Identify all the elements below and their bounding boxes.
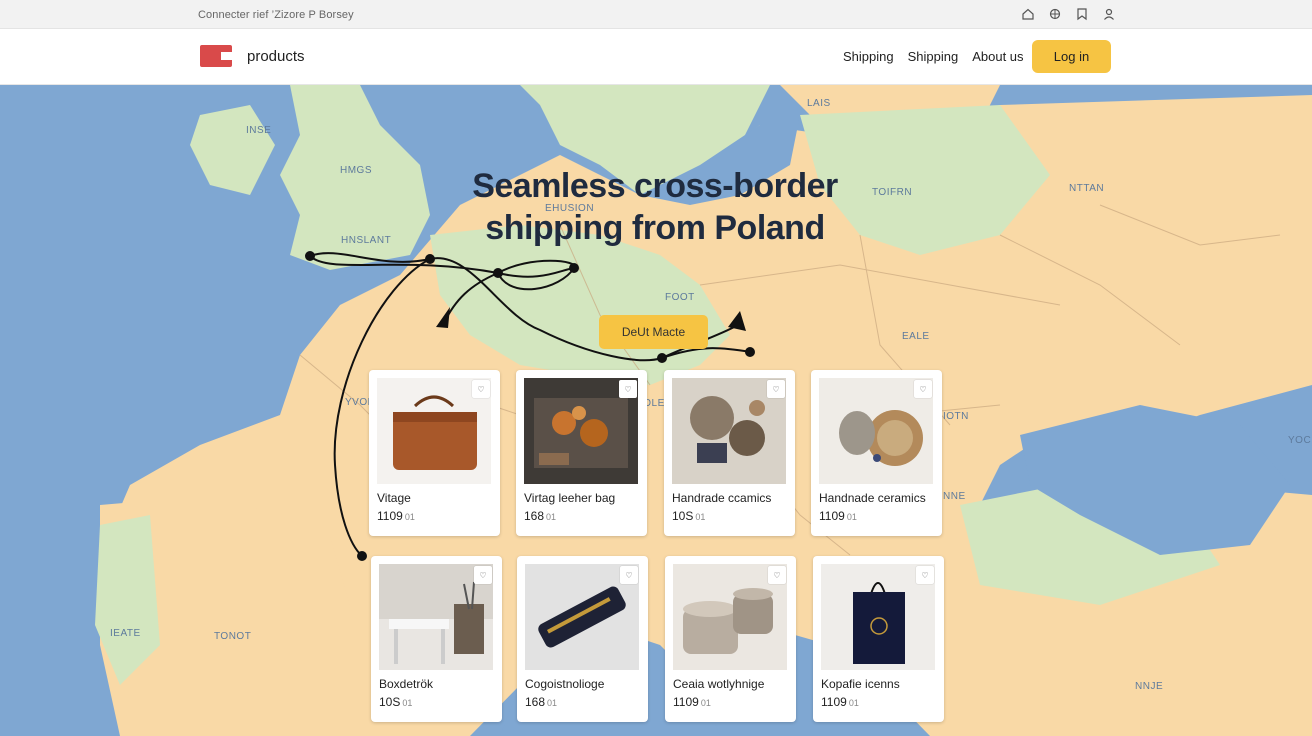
favorite-icon[interactable]: ♡ [474, 566, 492, 584]
product-price: 10S 01 [379, 695, 413, 709]
favorite-icon[interactable]: ♡ [619, 380, 637, 398]
product-card[interactable]: ♡ Cogoistnolioge 168 01 [517, 556, 648, 722]
product-card[interactable]: ♡ Boxdetrök 10S 01 [371, 556, 502, 722]
product-title: Boxdetrök [379, 677, 434, 691]
hero-line-2: shipping from Poland [485, 209, 825, 247]
product-title: Kopafie icenns [821, 677, 900, 691]
home-icon[interactable] [1021, 7, 1035, 21]
product-title: Virtag leeher bag [524, 491, 616, 505]
product-title: Cogoistnolioge [525, 677, 605, 691]
favorite-icon[interactable]: ♡ [914, 380, 932, 398]
user-icon[interactable] [1102, 7, 1116, 21]
product-price: 1109 01 [821, 695, 859, 709]
product-card[interactable]: ♡ Handrade ccamics 10S 01 [664, 370, 795, 536]
product-price: 168 01 [525, 695, 558, 709]
bookmark-icon[interactable] [1075, 7, 1089, 21]
login-button[interactable]: Log in [1032, 40, 1111, 73]
top-bar: Connecter rief ’Zizore P Borsey [0, 0, 1312, 29]
nav-item-shipping-2[interactable]: Shipping [908, 49, 959, 64]
favorite-icon[interactable]: ♡ [916, 566, 934, 584]
product-card[interactable]: ♡ Ceaia wotlyhnige 1109 01 [665, 556, 796, 722]
product-card[interactable]: ♡ Vitage 1109 01 [369, 370, 500, 536]
nav-item-about[interactable]: About us [972, 49, 1023, 64]
nav-item-shipping[interactable]: Shipping [843, 49, 894, 64]
hero-line-1: Seamless cross-border [472, 167, 838, 205]
product-price: 10S 01 [672, 509, 706, 523]
favorite-icon[interactable]: ♡ [767, 380, 785, 398]
top-bar-text: Connecter rief ’Zizore P Borsey [198, 9, 354, 21]
product-title: Handnade ceramics [819, 491, 926, 505]
brand-name[interactable]: products [247, 48, 305, 65]
product-card[interactable]: ♡ Virtag leeher bag 168 01 [516, 370, 647, 536]
top-bar-icons [1021, 7, 1116, 21]
product-card[interactable]: ♡ Handnade ceramics 1109 01 [811, 370, 942, 536]
product-title: Vitage [377, 491, 411, 505]
globe-icon[interactable] [1048, 7, 1062, 21]
map-hero: LAIS TOIFRN NTTAN HMGS HNSLANT EHUSION F… [0, 85, 1312, 736]
favorite-icon[interactable]: ♡ [472, 380, 490, 398]
product-title: Ceaia wotlyhnige [673, 677, 765, 691]
site-header: products Shipping Shipping About us Log … [0, 29, 1312, 85]
product-price: 1109 01 [819, 509, 857, 523]
hero-heading: Seamless cross-border shipping from Pola… [420, 165, 890, 249]
favorite-icon[interactable]: ♡ [620, 566, 638, 584]
favorite-icon[interactable]: ♡ [768, 566, 786, 584]
product-price: 1109 01 [673, 695, 711, 709]
logo[interactable] [200, 45, 232, 67]
product-price: 168 01 [524, 509, 557, 523]
main-nav: Shipping Shipping About us [843, 49, 1024, 64]
cta-button[interactable]: DeUt Macte [599, 315, 708, 349]
product-price: 1109 01 [377, 509, 415, 523]
product-title: Handrade ccamics [672, 491, 772, 505]
product-card[interactable]: ♡ Kopafie icenns 1109 01 [813, 556, 944, 722]
